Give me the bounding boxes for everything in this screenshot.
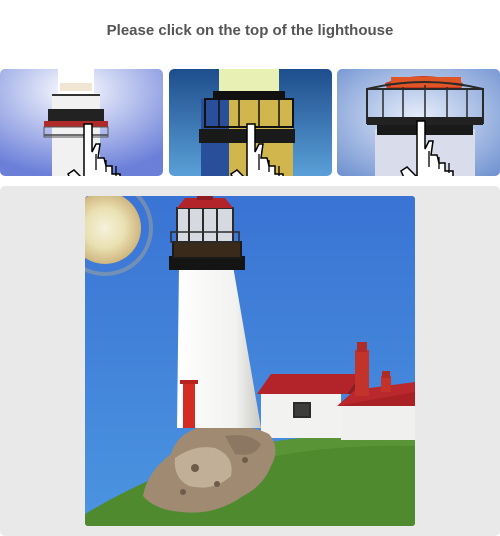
lantern-room bbox=[177, 208, 233, 242]
example-image-3 bbox=[337, 69, 500, 176]
example-image-1 bbox=[0, 69, 163, 176]
task-image[interactable] bbox=[85, 196, 415, 526]
task-panel bbox=[0, 186, 500, 536]
instruction-text: Please click on the top of the lighthous… bbox=[106, 22, 394, 39]
example-images-row bbox=[0, 69, 500, 177]
lighthouse-scene[interactable] bbox=[85, 196, 415, 526]
captcha-widget: Please click on the top of the lighthous… bbox=[0, 0, 500, 536]
example-image-2 bbox=[169, 69, 332, 176]
